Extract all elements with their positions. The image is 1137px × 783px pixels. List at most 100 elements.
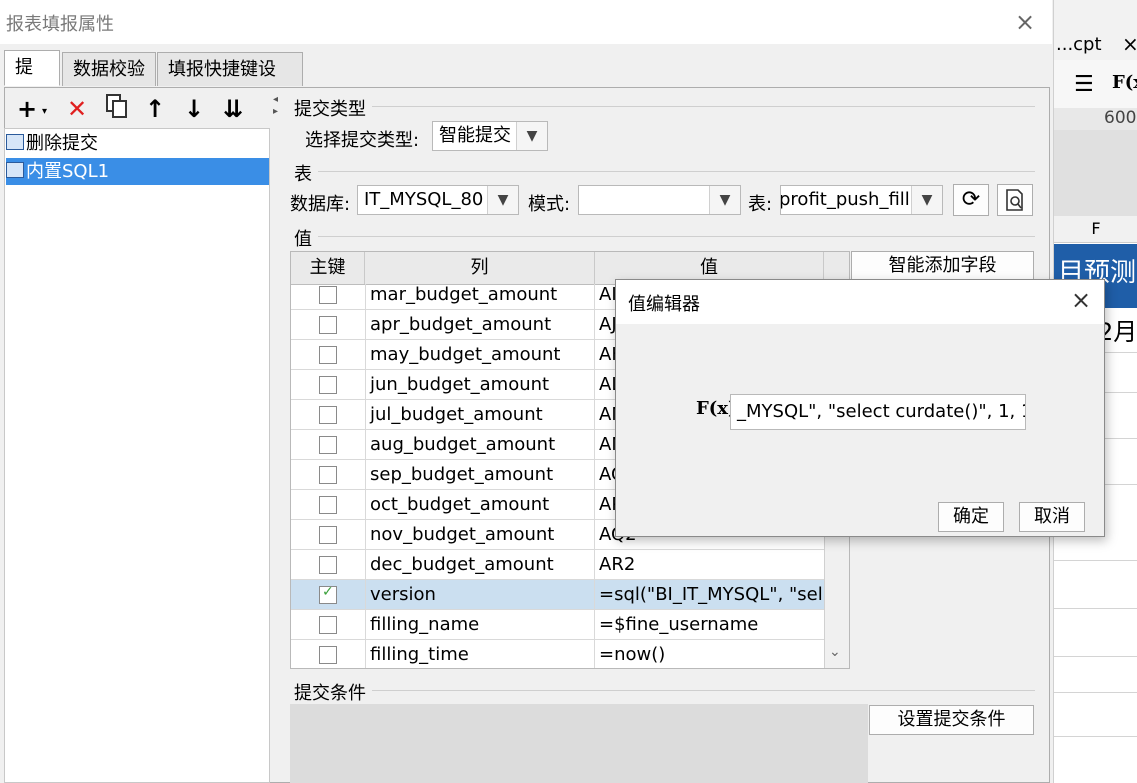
section-submit-condition: 提交条件 — [294, 683, 366, 704]
smart-add-fields-button[interactable]: 智能添加字段 — [851, 251, 1034, 281]
formula-input[interactable]: _MYSQL", "select curdate()", 1, 1) — [730, 394, 1026, 430]
ruler-value: 600 — [1104, 108, 1137, 128]
column-name-cell[interactable]: sep_budget_amount — [365, 460, 595, 490]
value-editor-close-icon[interactable]: × — [1071, 286, 1091, 314]
section-submit-type: 提交类型 — [294, 99, 366, 120]
formula-icon[interactable]: F(x) — [1112, 72, 1137, 93]
value-cell[interactable]: =sql("BI_IT_MYSQL", "sel... — [595, 580, 824, 610]
column-name-cell[interactable]: nov_budget_amount — [365, 520, 595, 550]
align-icon[interactable]: ☰ — [1074, 72, 1094, 97]
primary-key-checkbox[interactable] — [319, 376, 337, 394]
column-name-cell[interactable]: apr_budget_amount — [365, 310, 595, 340]
column-name-cell[interactable]: oct_budget_amount — [365, 490, 595, 520]
column-name-cell[interactable]: jul_budget_amount — [365, 400, 595, 430]
column-name-cell[interactable]: version — [365, 580, 595, 610]
column-name-cell[interactable]: mar_budget_amount — [365, 284, 595, 310]
sheet-row-line — [1054, 656, 1137, 657]
table-label: 表: — [748, 194, 773, 215]
chevron-down-icon[interactable]: ▼ — [487, 186, 518, 214]
table-row[interactable]: dec_budget_amount AR2 — [291, 550, 824, 580]
schema-label: 模式: — [528, 194, 571, 215]
table-row[interactable]: version=sql("BI_IT_MYSQL", "sel... — [291, 580, 824, 610]
table-row[interactable]: filling_time =now() — [291, 640, 824, 668]
primary-key-checkbox[interactable] — [319, 616, 337, 634]
table-node-icon — [6, 134, 24, 150]
section-divider — [372, 106, 1035, 107]
tab-data-validation[interactable]: 数据校验 — [62, 52, 156, 86]
primary-key-checkbox[interactable] — [319, 346, 337, 364]
column-name-cell[interactable]: filling_time — [365, 640, 595, 668]
sheet-row-line — [1054, 736, 1137, 737]
dialog-title-bar — [0, 0, 1052, 44]
primary-key-checkbox[interactable] — [319, 584, 337, 604]
column-header-f[interactable]: F — [1054, 216, 1137, 243]
table-row[interactable]: filling_name =$fine_username — [291, 610, 824, 640]
background-tab-close-icon[interactable]: × — [1122, 32, 1137, 56]
refresh-icon[interactable]: ⟳ — [953, 184, 989, 216]
splitter-handle[interactable]: ◂ ▸ — [270, 92, 282, 783]
delete-icon[interactable]: ✕ — [62, 94, 92, 124]
chevron-down-icon[interactable]: ▼ — [709, 186, 740, 214]
chevron-down-icon[interactable]: ▼ — [911, 186, 942, 214]
section-table: 表 — [294, 164, 312, 185]
sheet-area — [1054, 130, 1137, 216]
header-column[interactable]: 列 — [365, 252, 595, 284]
tab-submit[interactable]: 提交 — [4, 50, 60, 112]
primary-key-checkbox[interactable] — [319, 496, 337, 514]
value-cell[interactable]: AR2 — [595, 550, 824, 580]
scroll-down-icon[interactable]: ⌄ — [829, 644, 841, 660]
submit-type-label: 选择提交类型: — [305, 130, 420, 151]
primary-key-checkbox[interactable] — [319, 436, 337, 454]
add-icon[interactable]: + — [12, 94, 42, 124]
table-node-icon — [6, 162, 24, 178]
column-name-cell[interactable]: filling_name — [365, 610, 595, 640]
primary-key-checkbox[interactable] — [319, 286, 337, 304]
submit-type-select[interactable]: 智能提交 ▼ — [432, 121, 548, 151]
column-name-cell[interactable]: aug_budget_amount — [365, 430, 595, 460]
collapse-left-icon[interactable]: ◂ — [273, 94, 278, 105]
primary-key-checkbox[interactable] — [319, 556, 337, 574]
value-cell[interactable]: =$fine_username — [595, 610, 824, 640]
primary-key-checkbox[interactable] — [319, 466, 337, 484]
dialog-title: 报表填报属性 — [6, 14, 114, 35]
sheet-row-line — [1054, 608, 1137, 609]
column-name-cell[interactable]: may_budget_amount — [365, 340, 595, 370]
section-divider — [318, 236, 1035, 237]
preview-search-icon[interactable] — [997, 184, 1033, 216]
table-select[interactable]: profit_push_fill ▼ — [780, 185, 943, 215]
primary-key-checkbox[interactable] — [319, 316, 337, 334]
dialog-close-icon[interactable]: × — [1015, 8, 1035, 36]
column-name-cell[interactable]: dec_budget_amount — [365, 550, 595, 580]
chevron-down-icon[interactable]: ▼ — [516, 122, 547, 150]
database-label: 数据库: — [290, 194, 351, 215]
value-editor-title: 值编辑器 — [628, 294, 700, 315]
header-primary-key[interactable]: 主键 — [291, 252, 365, 284]
set-submit-condition-button[interactable]: 设置提交条件 — [869, 705, 1034, 735]
ruler: 600 — [1054, 108, 1137, 131]
cancel-button[interactable]: 取消 — [1019, 502, 1085, 532]
collapse-right-icon[interactable]: ▸ — [273, 106, 278, 117]
value-cell[interactable]: =now() — [595, 640, 824, 668]
schema-select[interactable]: ▼ — [578, 185, 741, 215]
sheet-row-line — [1054, 692, 1137, 693]
move-bottom-icon[interactable]: ⇊ — [218, 94, 248, 124]
background-tab-bar: ...cpt × — [1054, 0, 1137, 60]
primary-key-checkbox[interactable] — [319, 526, 337, 544]
database-select[interactable]: IT_MYSQL_80 ▼ — [357, 185, 519, 215]
column-name-cell[interactable]: jun_budget_amount — [365, 370, 595, 400]
tree-item-delete-submit[interactable]: 删除提交 — [6, 132, 98, 156]
background-tab-label[interactable]: ...cpt — [1056, 34, 1102, 55]
chevron-down-icon[interactable]: ▾ — [42, 106, 47, 117]
background-toolbar: ☰ F(x) — [1054, 60, 1137, 110]
ok-button[interactable]: 确定 — [938, 502, 1004, 532]
primary-key-checkbox[interactable] — [319, 406, 337, 424]
move-down-icon[interactable]: ↓ — [179, 94, 209, 124]
primary-key-checkbox[interactable] — [319, 646, 337, 664]
move-up-icon[interactable]: ↑ — [140, 94, 170, 124]
submit-tree — [4, 128, 270, 783]
submit-list-toolbar: + ▾ ✕ ↑ ↓ ⇊ — [8, 92, 270, 128]
sheet-row-line — [1054, 560, 1137, 561]
copy-icon[interactable] — [102, 94, 132, 124]
tab-shortcut-settings[interactable]: 填报快捷键设置 — [157, 52, 303, 114]
tree-item-builtin-sql1[interactable]: 内置SQL1 — [6, 160, 109, 184]
